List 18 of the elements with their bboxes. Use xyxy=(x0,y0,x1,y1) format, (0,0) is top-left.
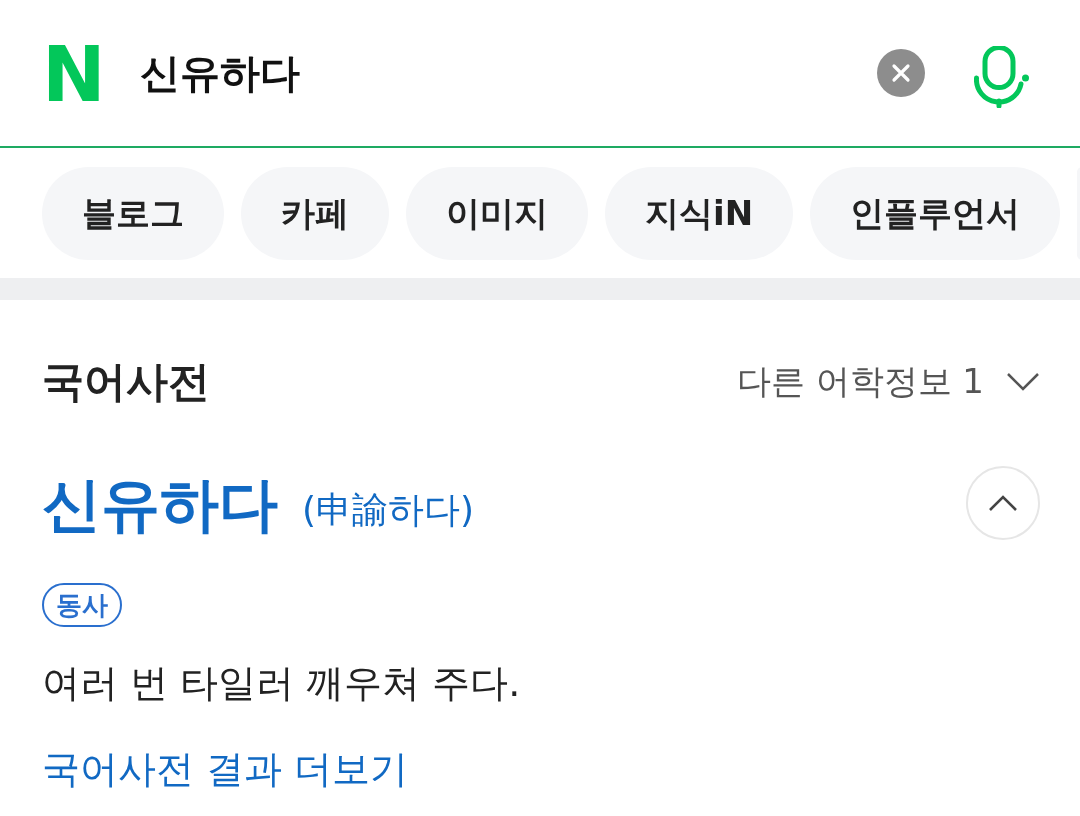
headword[interactable]: 신유하다 xyxy=(42,466,278,546)
definition-text: 여러 번 타일러 깨우쳐 주다. xyxy=(42,660,521,707)
close-icon xyxy=(877,49,925,97)
category-tab[interactable]: 이미지 xyxy=(406,167,588,260)
category-tab[interactable]: 카페 xyxy=(241,167,389,260)
search-field[interactable]: 신유하다 xyxy=(139,45,877,101)
category-tab[interactable]: 인플루언서 xyxy=(810,167,1061,260)
part-of-speech-tag: 동사 xyxy=(42,583,122,627)
other-info-dropdown[interactable]: 다른 어학정보 1 xyxy=(736,359,1040,405)
microphone-icon[interactable] xyxy=(974,46,1030,108)
chevron-icon xyxy=(988,494,1018,512)
category-tab[interactable]: 블로그 xyxy=(42,167,224,260)
category-tab[interactable]: 지식iN xyxy=(605,167,794,260)
section-title: 국어사전 xyxy=(42,356,210,408)
clear-button[interactable] xyxy=(877,49,925,97)
chevron-icon xyxy=(1006,372,1040,392)
hanja-text: (申諭하다) xyxy=(302,487,475,532)
more-results-link[interactable]: 국어사전 결과 더보기 xyxy=(42,745,409,793)
